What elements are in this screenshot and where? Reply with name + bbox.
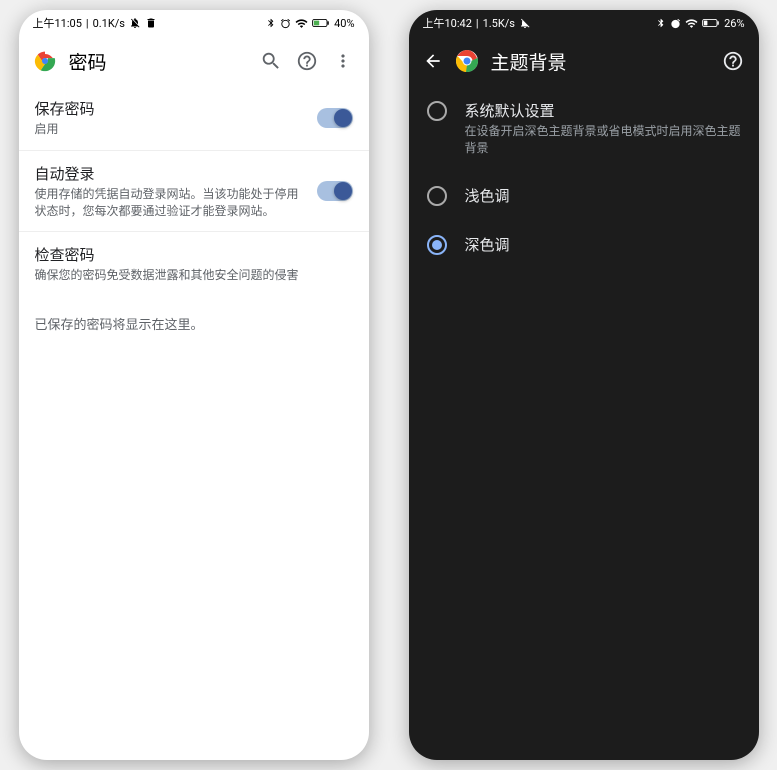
search-button[interactable] <box>259 49 283 73</box>
arrow-back-icon <box>423 51 443 71</box>
option-title: 系统默认设置 <box>465 100 741 121</box>
radio-icon <box>427 101 447 121</box>
bell-off-icon <box>129 17 141 29</box>
search-icon <box>260 50 282 72</box>
status-left: 上午10:42 | 1.5K/s <box>423 15 531 31</box>
phone-dark: 上午10:42 | 1.5K/s 26% 主题背景 <box>409 10 759 760</box>
setting-title: 自动登录 <box>35 163 307 184</box>
status-left: 上午11:05 | 0.1K/s <box>33 15 157 31</box>
status-right: 40% <box>266 17 354 30</box>
radio-icon-checked <box>427 235 447 255</box>
bell-off-icon <box>519 17 531 29</box>
help-icon <box>296 50 318 72</box>
option-title: 深色调 <box>465 234 741 255</box>
help-icon <box>722 50 744 72</box>
theme-dark-option[interactable]: 深色调 <box>409 220 759 269</box>
alarm-icon <box>670 18 681 29</box>
alarm-icon <box>280 18 291 29</box>
setting-desc: 使用存储的凭据自动登录网站。当该功能处于停用状态时，您每次都要通过验证才能登录网… <box>35 186 307 220</box>
option-desc: 在设备开启深色主题背景或省电模式时启用深色主题背景 <box>465 123 741 157</box>
help-button[interactable] <box>721 49 745 73</box>
theme-system-option[interactable]: 系统默认设置 在设备开启深色主题背景或省电模式时启用深色主题背景 <box>409 86 759 171</box>
wifi-icon <box>295 17 308 30</box>
save-password-toggle[interactable] <box>317 108 353 128</box>
theme-light-option[interactable]: 浅色调 <box>409 171 759 220</box>
page-title: 密码 <box>69 48 247 75</box>
help-button[interactable] <box>295 49 319 73</box>
more-button[interactable] <box>331 49 355 73</box>
setting-desc: 确保您的密码免受数据泄露和其他安全问题的侵害 <box>35 267 353 284</box>
battery-icon <box>312 17 330 29</box>
back-button[interactable] <box>423 51 443 71</box>
empty-message: 已保存的密码将显示在这里。 <box>19 296 369 351</box>
status-time: 上午10:42 <box>423 15 472 31</box>
setting-title: 保存密码 <box>35 98 307 119</box>
setting-title: 检查密码 <box>35 244 353 265</box>
status-time: 上午11:05 <box>33 15 82 31</box>
page-title: 主题背景 <box>491 48 709 75</box>
wifi-icon <box>685 17 698 30</box>
chrome-logo-icon <box>33 49 57 73</box>
check-password-row[interactable]: 检查密码 确保您的密码免受数据泄露和其他安全问题的侵害 <box>19 232 369 296</box>
status-bar: 上午11:05 | 0.1K/s 40% <box>19 10 369 36</box>
status-right: 26% <box>656 17 744 30</box>
status-speed: 1.5K/s <box>483 17 515 30</box>
setting-desc: 启用 <box>35 121 307 138</box>
save-password-row[interactable]: 保存密码 启用 <box>19 86 369 151</box>
bluetooth-icon <box>266 18 276 28</box>
phone-light: 上午11:05 | 0.1K/s 40% 密码 <box>19 10 369 760</box>
app-bar: 密码 <box>19 36 369 86</box>
chrome-logo-icon <box>455 49 479 73</box>
status-bar: 上午10:42 | 1.5K/s 26% <box>409 10 759 36</box>
more-vert-icon <box>333 51 353 71</box>
trash-icon <box>145 17 157 29</box>
auto-login-toggle[interactable] <box>317 181 353 201</box>
battery-pct: 26% <box>724 17 744 30</box>
radio-icon <box>427 186 447 206</box>
bluetooth-icon <box>656 18 666 28</box>
battery-pct: 40% <box>334 17 354 30</box>
status-speed: 0.1K/s <box>93 17 125 30</box>
auto-login-row[interactable]: 自动登录 使用存储的凭据自动登录网站。当该功能处于停用状态时，您每次都要通过验证… <box>19 151 369 233</box>
battery-icon <box>702 17 720 29</box>
app-bar: 主题背景 <box>409 36 759 86</box>
option-title: 浅色调 <box>465 185 741 206</box>
